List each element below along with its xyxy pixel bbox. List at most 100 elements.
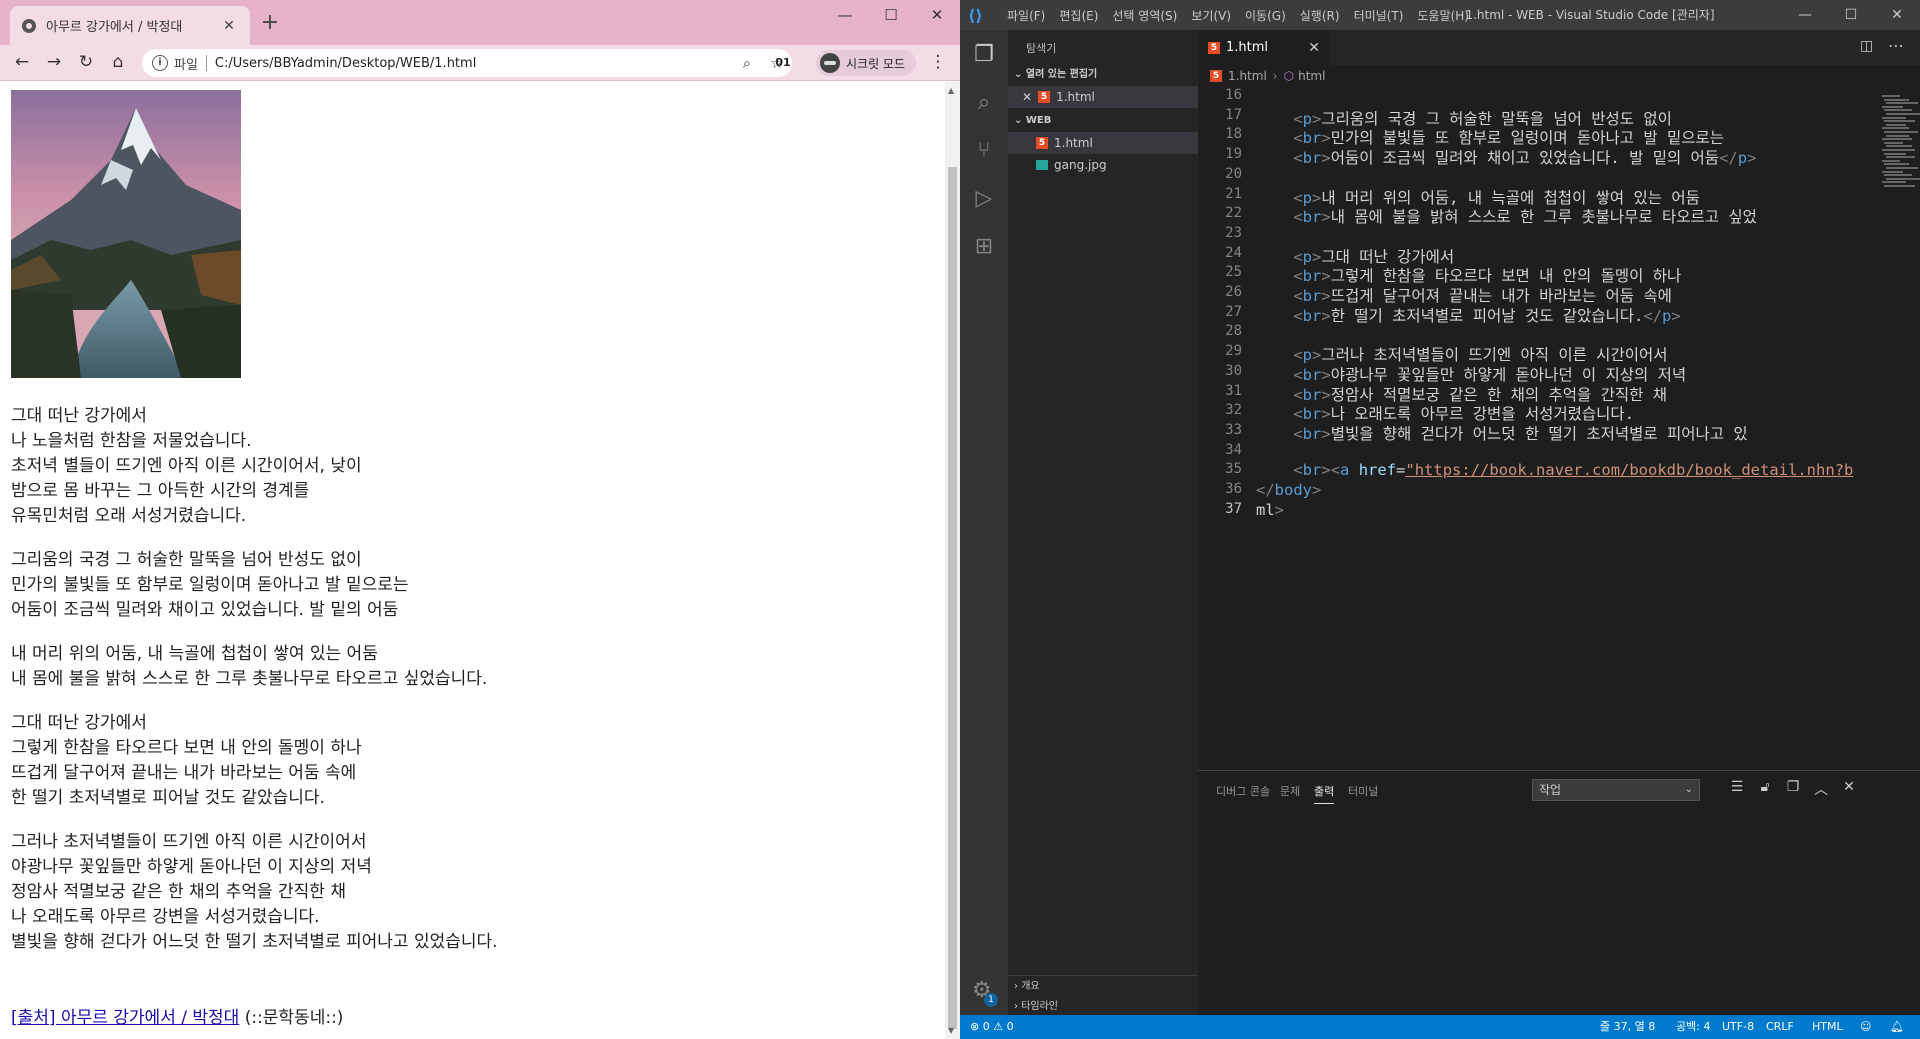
line-number: 22 [1225,205,1242,222]
page-scrollbar[interactable]: ▲ ▼ [945,82,960,1039]
code-line[interactable]: <br>뜨겁게 달구어져 끝내는 내가 바라보는 어둠 속에 [1256,284,1672,306]
status-eol[interactable]: CRLF [1766,1015,1794,1039]
tab-close-icon[interactable]: ✕ [220,18,238,34]
code-line[interactable]: <br>내 몸에 불을 밝혀 스스로 한 그루 촛불나무로 타오르고 싶었 [1256,205,1757,227]
code-line[interactable]: <p>내 머리 위의 어둠, 내 늑골에 첩첩이 쌓여 있는 어둠 [1256,186,1700,208]
maximize-button[interactable]: ☐ [868,0,914,32]
code-editor[interactable]: 16 17 <p>그리움의 국경 그 허술한 말뚝을 넘어 반성도 없이 18 <b… [1198,87,1878,657]
tab-debug-console[interactable]: 디버그 콘솔 [1216,783,1270,799]
maximize-panel-icon[interactable]: ︿ [1810,779,1832,799]
code-line[interactable]: <br>그렇게 한참을 타오르다 보면 내 안의 돌멩이 하나 [1256,264,1681,286]
search-icon[interactable]: ⌕ [960,78,1008,126]
info-icon[interactable]: i [152,55,168,71]
menu-selection[interactable]: 선택 영역(S) [1105,7,1184,24]
menu-go[interactable]: 이동(G) [1238,7,1293,24]
reload-button[interactable]: ↻ [72,49,100,77]
code-line[interactable]: <br>민가의 불빛들 또 함부로 일렁이며 돋아나고 발 밑으로는 [1256,126,1724,148]
status-encoding[interactable]: UTF-8 [1722,1015,1754,1039]
file-item-html[interactable]: 5 1.html [1008,132,1198,154]
lock-scroll-icon[interactable]: 🔓︎ [1754,779,1776,795]
editor-tabs: 5 1.html ✕ ◫ ⋯ [1198,30,1920,65]
code-line[interactable]: <br>나 오래도록 아무르 강변을 서성거렸습니다. [1256,402,1634,424]
close-tab-icon[interactable]: ✕ [1308,40,1320,56]
menu-run[interactable]: 실행(R) [1293,7,1347,24]
status-indentation[interactable]: 공백: 4 [1676,1015,1710,1039]
editor-tab-1html[interactable]: 5 1.html ✕ [1198,30,1330,65]
code-line[interactable]: <p>그리움의 국경 그 허술한 말뚝을 넘어 반성도 없이 [1256,107,1672,129]
browser-menu-button[interactable]: ⋮ [926,49,950,77]
open-editors-section[interactable]: ⌄ 열려 있는 편집기 [1008,64,1198,86]
scroll-down-icon[interactable]: ▼ [948,1026,954,1035]
incognito-indicator[interactable]: 시크릿 모드 [816,50,916,76]
forward-button[interactable]: → [40,49,68,77]
html-file-icon: 5 [1038,91,1051,103]
sidebar-title: 탐색기 [1026,42,1057,55]
tab-output[interactable]: 출력 [1314,783,1335,804]
line-number: 21 [1225,185,1242,202]
menu-view[interactable]: 보기(V) [1184,7,1238,24]
zoom-icon[interactable]: ⌕ [732,54,762,72]
folder-web[interactable]: ⌄ WEB [1008,110,1198,132]
vscode-minimize-button[interactable]: — [1782,0,1828,30]
code-line[interactable]: <br>야광나무 꽃잎들만 하얗게 돋아나던 이 지상의 저녁 [1256,363,1686,385]
vscode-close-button[interactable]: ✕ [1874,0,1920,30]
back-button[interactable]: ← [8,49,36,77]
status-cursor-position[interactable]: 줄 37, 열 8 [1600,1015,1655,1039]
minimize-button[interactable]: — [822,0,868,32]
file-item-image[interactable]: gang.jpg [1008,154,1198,176]
url-text[interactable]: C:/Users/BBYadmin/Desktop/WEB/1.html [215,56,732,71]
breadcrumb-node[interactable]: html [1298,69,1325,83]
code-line[interactable]: <p>그러나 초저녁별들이 뜨기엔 아직 이른 시간이어서 [1256,343,1667,365]
incognito-label: 시크릿 모드 [846,56,906,71]
close-icon[interactable]: ✕ [1022,86,1032,108]
explorer-icon[interactable]: ❐ [960,30,1008,78]
code-line[interactable]: </body> [1256,481,1321,499]
feedback-icon[interactable]: ☺ [1860,1015,1871,1039]
scroll-up-icon[interactable]: ▲ [948,86,954,95]
open-log-icon[interactable]: ❐ [1782,779,1804,795]
status-language[interactable]: HTML [1812,1015,1843,1039]
vscode-maximize-button[interactable]: ☐ [1828,0,1874,30]
extension-icon[interactable]: 01 [772,55,794,71]
browser-tab[interactable]: 아무르 강가에서 / 박정대 ✕ [10,6,250,45]
outline-section[interactable]: › 개요 [1008,976,1198,998]
minimap-line [1882,105,1903,108]
close-window-button[interactable]: ✕ [914,0,960,32]
minimap-line [1882,149,1915,151]
code-line[interactable]: <br><a href="https://book.naver.com/book… [1256,461,1853,479]
more-actions-icon[interactable]: ⋯ [1888,36,1904,55]
scroll-thumb[interactable] [948,167,957,1029]
minimap-line [1884,109,1912,112]
clear-output-icon[interactable]: ☰ [1726,779,1748,795]
new-tab-button[interactable]: + [258,12,282,36]
code-line[interactable]: <br>정암사 적멸보궁 같은 한 채의 추억을 간직한 채 [1256,383,1667,405]
tab-problems[interactable]: 문제 [1280,783,1300,799]
code-line[interactable]: ml> [1256,501,1284,519]
code-line[interactable]: <br>한 떨기 초저녁별로 피어날 것도 같았습니다.</p> [1256,304,1680,326]
code-line[interactable]: <br>별빛을 향해 걷다가 어느덧 한 떨기 초저녁별로 피어나고 있 [1256,422,1747,444]
line-number: 26 [1225,284,1242,300]
breadcrumb-file[interactable]: 1.html [1228,69,1267,83]
status-problems[interactable]: ⊗ 0 ⚠ 0 [970,1015,1014,1039]
run-debug-icon[interactable]: ▷ [960,174,1008,222]
tab-terminal[interactable]: 터미널 [1348,783,1378,799]
code-line[interactable]: <br>어둠이 조금씩 밀려와 채이고 있었습니다. 발 밑의 어둠</p> [1256,146,1756,168]
browser-window: 아무르 강가에서 / 박정대 ✕ + — ☐ ✕ ← → ↻ ⌂ i 파일 C:… [0,0,960,1039]
home-button[interactable]: ⌂ [104,49,132,77]
source-control-icon[interactable]: ⑂ [960,126,1008,174]
address-bar[interactable]: i 파일 C:/Users/BBYadmin/Desktop/WEB/1.htm… [142,49,792,77]
menu-edit[interactable]: 편집(E) [1052,7,1105,24]
notifications-icon[interactable]: 🔔︎ [1890,1015,1904,1039]
open-editor-item[interactable]: ✕ 5 1.html [1008,86,1198,108]
menu-terminal[interactable]: 터미널(T) [1347,7,1411,24]
split-editor-icon[interactable]: ◫ [1860,38,1873,54]
output-channel-select[interactable]: 작업 ⌄ [1532,779,1700,801]
close-panel-icon[interactable]: ✕ [1838,779,1860,795]
extensions-icon[interactable]: ⊞ [960,222,1008,270]
minimap[interactable] [1878,87,1920,197]
minimap-line [1886,123,1906,126]
code-line[interactable]: <p>그대 떠난 강가에서 [1256,245,1454,267]
line-number: 24 [1225,244,1242,261]
source-link[interactable]: [출처] 아무르 강가에서 / 박정대 [11,1008,239,1028]
menu-file[interactable]: 파일(F) [1000,7,1052,24]
